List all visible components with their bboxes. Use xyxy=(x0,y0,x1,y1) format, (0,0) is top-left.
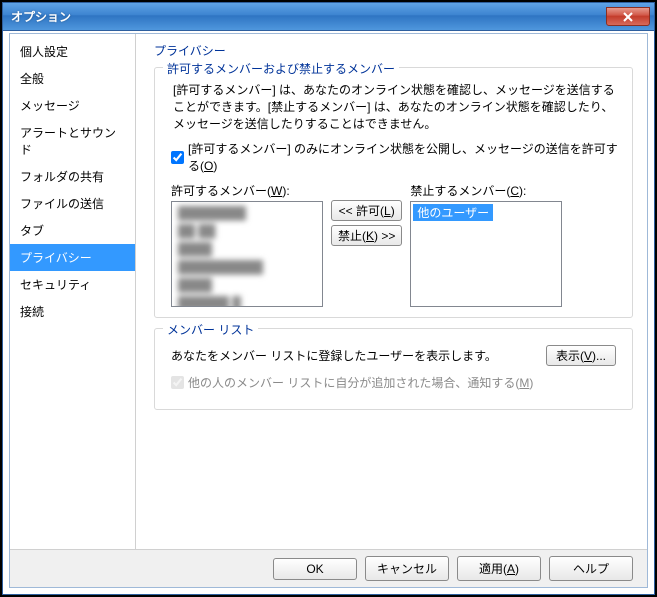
help-button[interactable]: ヘルプ xyxy=(549,556,633,581)
dialog-body: 個人設定 全般 メッセージ アラートとサウンド フォルダの共有 ファイルの送信 … xyxy=(10,34,647,549)
lists-row: 許可するメンバー(W): ██████████ ████████████████… xyxy=(171,182,622,307)
sidebar-item-label: 個人設定 xyxy=(20,45,68,59)
only-allow-checkbox[interactable] xyxy=(171,151,184,164)
group-legend: メンバー リスト xyxy=(163,321,258,338)
allow-button[interactable]: << 許可(L) xyxy=(331,200,402,221)
close-icon xyxy=(622,12,634,22)
sidebar-item-connection[interactable]: 接続 xyxy=(10,298,135,325)
titlebar[interactable]: オプション xyxy=(3,3,654,31)
category-sidebar: 個人設定 全般 メッセージ アラートとサウンド フォルダの共有 ファイルの送信 … xyxy=(10,34,136,549)
client-area: 個人設定 全般 メッセージ アラートとサウンド フォルダの共有 ファイルの送信 … xyxy=(9,33,648,588)
dialog-footer: OK キャンセル 適用(A) ヘルプ xyxy=(10,549,647,587)
notify-row: 他の人のメンバー リストに自分が追加された場合、通知する(M) xyxy=(171,374,622,391)
sidebar-item-label: 接続 xyxy=(20,305,44,319)
block-list-column: 禁止するメンバー(C): 他のユーザー xyxy=(410,182,562,307)
only-allow-row[interactable]: [許可するメンバー] のみにオンライン状態を公開し、メッセージの送信を許可する(… xyxy=(171,140,622,174)
group-legend: 許可するメンバーおよび禁止するメンバー xyxy=(163,60,399,77)
cancel-button[interactable]: キャンセル xyxy=(365,556,449,581)
sidebar-item-label: タブ xyxy=(20,224,44,238)
sidebar-item-label: メッセージ xyxy=(20,99,80,113)
ok-button[interactable]: OK xyxy=(273,558,357,580)
allow-list-label: 許可するメンバー(W): xyxy=(171,182,323,199)
close-button[interactable] xyxy=(606,7,650,26)
block-list-label: 禁止するメンバー(C): xyxy=(410,182,562,199)
sidebar-item-label: 全般 xyxy=(20,72,44,86)
sidebar-item-label: フォルダの共有 xyxy=(20,170,104,184)
sidebar-item-label: アラートとサウンド xyxy=(20,126,116,157)
group-description: [許可するメンバー] は、あなたのオンライン状態を確認し、メッセージを送信するこ… xyxy=(173,82,622,132)
sidebar-item-alerts[interactable]: アラートとサウンド xyxy=(10,119,135,163)
window-title: オプション xyxy=(11,8,606,25)
block-listbox[interactable]: 他のユーザー xyxy=(410,201,562,307)
allow-list-column: 許可するメンバー(W): ██████████ ████████████████… xyxy=(171,182,323,307)
allow-list-items-blurred: ██████████ ██████████████████████████ █ xyxy=(174,204,320,307)
sidebar-item-label: セキュリティ xyxy=(20,278,91,292)
sidebar-item-privacy[interactable]: プライバシー xyxy=(10,244,135,271)
sidebar-item-general[interactable]: 全般 xyxy=(10,65,135,92)
move-buttons: << 許可(L) 禁止(K) >> xyxy=(331,200,402,246)
block-list-item[interactable]: 他のユーザー xyxy=(413,204,493,221)
allow-listbox[interactable]: ██████████ ██████████████████████████ █ xyxy=(171,201,323,307)
sidebar-item-file-send[interactable]: ファイルの送信 xyxy=(10,190,135,217)
block-button[interactable]: 禁止(K) >> xyxy=(331,225,402,246)
member-description: あなたをメンバー リストに登録したユーザーを表示します。 xyxy=(171,347,497,364)
sidebar-item-security[interactable]: セキュリティ xyxy=(10,271,135,298)
sidebar-item-label: プライバシー xyxy=(20,251,92,265)
notify-checkbox xyxy=(171,376,184,389)
notify-label: 他の人のメンバー リストに自分が追加された場合、通知する(M) xyxy=(188,374,533,391)
member-list-group: メンバー リスト あなたをメンバー リストに登録したユーザーを表示します。 表示… xyxy=(154,328,633,410)
apply-button[interactable]: 適用(A) xyxy=(457,556,541,581)
only-allow-label: [許可するメンバー] のみにオンライン状態を公開し、メッセージの送信を許可する(… xyxy=(188,140,622,174)
member-show-row: あなたをメンバー リストに登録したユーザーを表示します。 表示(V)... xyxy=(171,345,616,366)
sidebar-item-tabs[interactable]: タブ xyxy=(10,217,135,244)
allow-block-group: 許可するメンバーおよび禁止するメンバー [許可するメンバー] は、あなたのオンラ… xyxy=(154,67,633,318)
sidebar-item-label: ファイルの送信 xyxy=(20,197,104,211)
sidebar-item-message[interactable]: メッセージ xyxy=(10,92,135,119)
sidebar-item-folder-share[interactable]: フォルダの共有 xyxy=(10,163,135,190)
show-button[interactable]: 表示(V)... xyxy=(546,345,616,366)
sidebar-item-personal[interactable]: 個人設定 xyxy=(10,38,135,65)
options-dialog: オプション 個人設定 全般 メッセージ アラートとサウンド フォルダの共有 ファ… xyxy=(2,2,655,595)
page-title: プライバシー xyxy=(154,42,633,59)
content-pane: プライバシー 許可するメンバーおよび禁止するメンバー [許可するメンバー] は、… xyxy=(136,34,647,549)
